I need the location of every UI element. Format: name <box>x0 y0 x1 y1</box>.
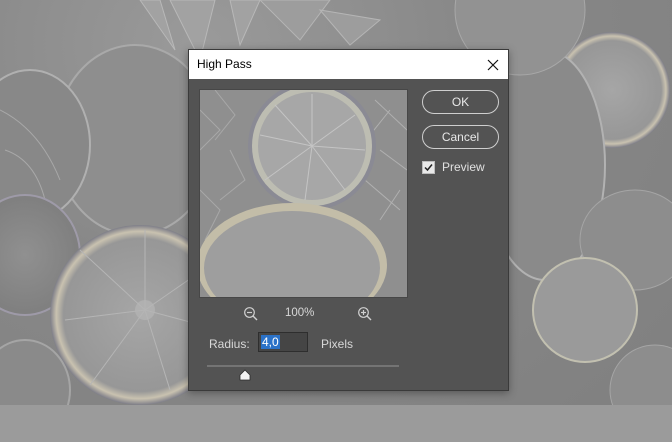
radius-slider-thumb[interactable] <box>239 368 251 381</box>
zoom-in-button[interactable] <box>357 306 373 322</box>
close-button[interactable] <box>478 50 508 79</box>
zoom-controls: 100% <box>199 305 406 323</box>
zoom-out-icon <box>244 307 258 321</box>
cancel-button[interactable]: Cancel <box>422 125 499 149</box>
preview-image <box>200 90 407 297</box>
radius-slider-track[interactable] <box>207 365 399 367</box>
slider-thumb-icon <box>239 369 251 381</box>
check-icon <box>424 163 433 171</box>
preview-label: Preview <box>442 160 485 174</box>
radius-label: Radius: <box>209 337 250 351</box>
preview-checkbox[interactable] <box>422 160 435 174</box>
radius-unit-label: Pixels <box>321 337 354 351</box>
radius-value: 4,0 <box>261 335 280 349</box>
high-pass-dialog: High Pass 100% Radius: 4,0 Pixels OK Can… <box>188 49 509 391</box>
dialog-titlebar[interactable]: High Pass <box>189 50 508 79</box>
preview-checkbox-row[interactable]: Preview <box>422 160 485 174</box>
radius-input[interactable]: 4,0 <box>258 332 308 352</box>
close-icon <box>487 59 499 70</box>
zoom-in-icon <box>358 307 372 321</box>
zoom-out-button[interactable] <box>243 306 259 322</box>
dialog-title: High Pass <box>197 57 252 71</box>
ok-button[interactable]: OK <box>422 90 499 114</box>
zoom-level: 100% <box>285 307 315 319</box>
filter-preview[interactable] <box>199 89 408 298</box>
